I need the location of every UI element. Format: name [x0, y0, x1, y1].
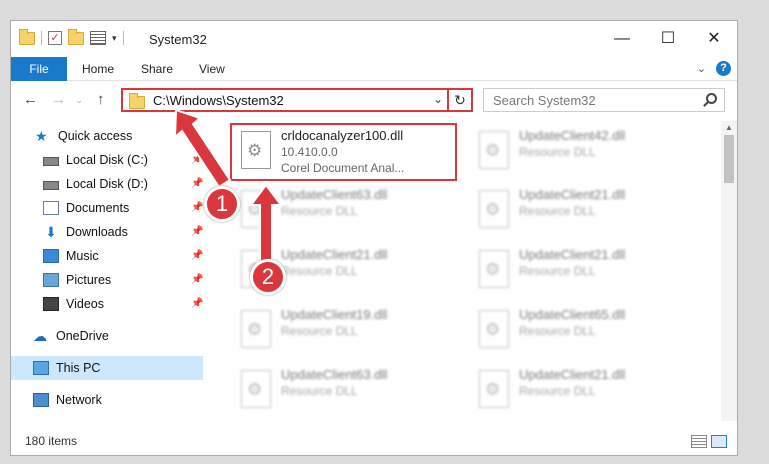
- arrow-to-file: [249, 183, 283, 263]
- arrow-to-address-bar: [173, 108, 232, 189]
- step-badge-1: 1: [204, 186, 240, 222]
- step-badge-2: 2: [250, 259, 286, 295]
- annotation-arrows: [173, 108, 283, 263]
